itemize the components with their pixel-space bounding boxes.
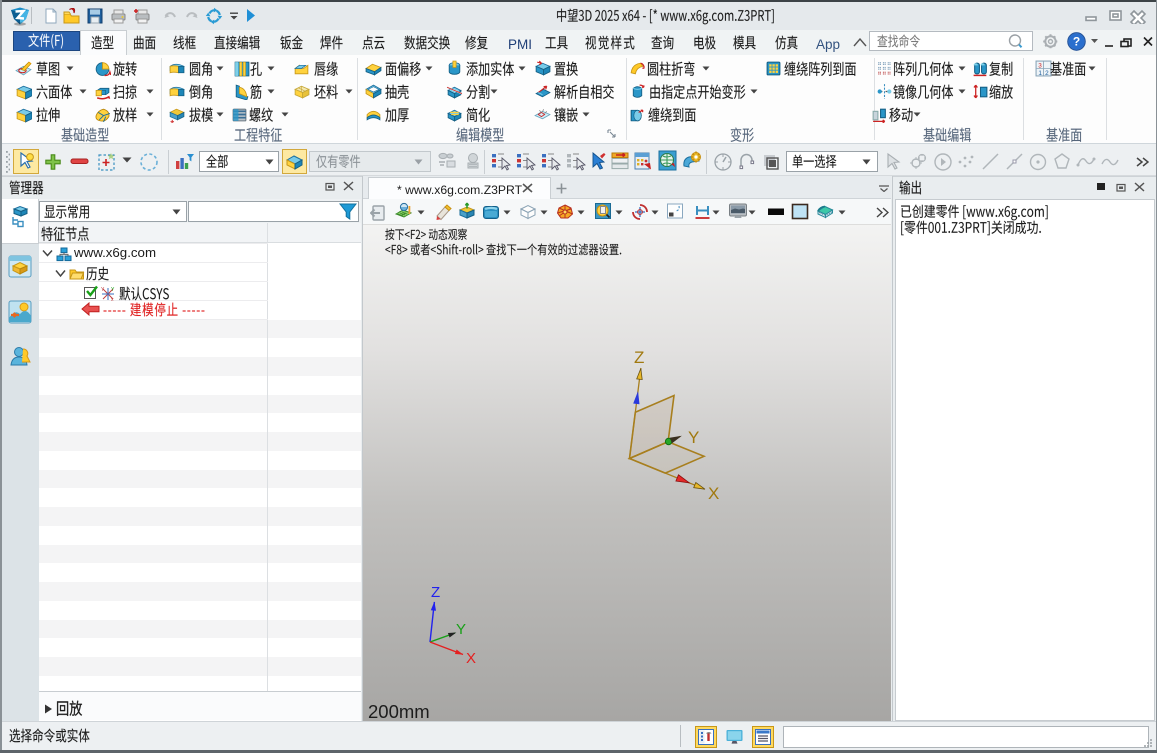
- svg-text:3: 3: [1038, 62, 1042, 69]
- svg-text:1: 1: [1038, 69, 1042, 76]
- svg-text:Y: Y: [111, 287, 115, 293]
- svg-text:?: ?: [1073, 35, 1080, 49]
- svg-text:2: 2: [1045, 69, 1049, 76]
